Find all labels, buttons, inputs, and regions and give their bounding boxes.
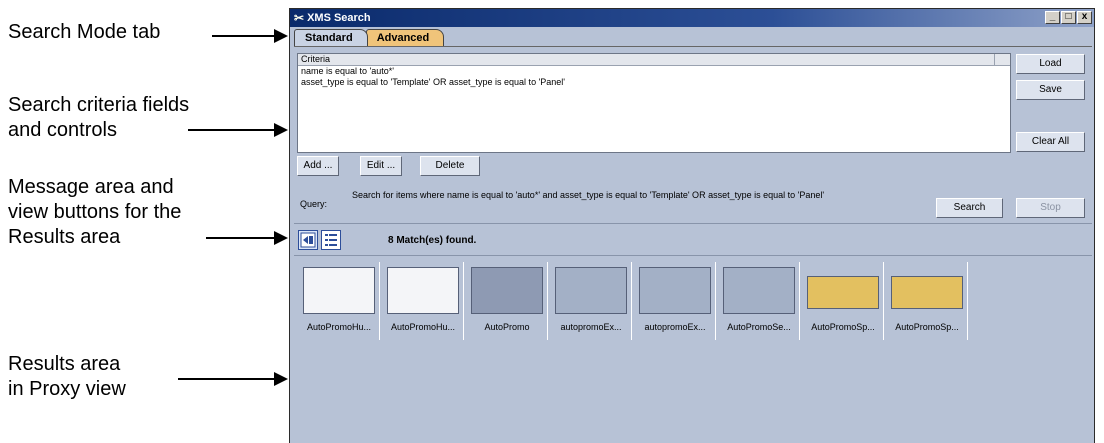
result-label: AutoPromoSp... [895,322,959,332]
criteria-header-label: Criteria [301,54,331,64]
result-thumbnail [555,267,627,314]
criteria-header-end [994,54,1010,65]
search-mode-tabs: Standard Advanced [294,29,445,46]
tab-standard[interactable]: Standard [294,29,368,46]
callout-text: and controls [8,119,117,141]
matches-message: 8 Match(es) found. [388,235,477,246]
arrow-search-mode [212,29,288,43]
clear-all-button[interactable]: Clear All [1016,132,1085,152]
results-area: AutoPromoHu... AutoPromoHu... AutoPromo … [294,257,1092,443]
proxy-view-icon [300,232,316,248]
result-thumbnail [471,267,543,314]
result-thumbnail [303,267,375,314]
query-label: Query: [300,199,328,209]
list-view-icon [325,234,337,246]
stop-button[interactable]: Stop [1016,198,1085,218]
search-panel: Criteria name is equal to 'auto*' asset_… [294,46,1092,229]
query-text: Search for items where name is equal to … [352,190,825,200]
callout-text: in Proxy view [8,378,126,400]
result-item[interactable]: autopromoEx... [634,262,716,340]
callout-search-mode-tab: Search Mode tab [8,20,160,45]
result-label: AutoPromoHu... [306,322,372,332]
title-bar: ✂ XMS Search _ □ x [290,9,1094,27]
message-area: 8 Match(es) found. [294,223,1092,256]
result-thumbnail [807,276,879,309]
list-view-button[interactable] [321,230,341,250]
result-item[interactable]: AutoPromoHu... [298,262,380,340]
callout-results-area: Results area in Proxy view [8,352,126,402]
arrow-search-criteria [188,123,288,137]
result-item[interactable]: AutoPromoSp... [802,262,884,340]
result-item[interactable]: AutoPromo [466,262,548,340]
result-thumbnail [639,267,711,314]
criteria-table: Criteria name is equal to 'auto*' asset_… [297,53,1011,153]
result-label: AutoPromoSp... [811,322,875,332]
edit-button[interactable]: Edit ... [360,156,402,176]
callout-text: Results area [8,226,121,248]
xms-search-window: ✂ XMS Search _ □ x Standard Advanced Cri… [289,8,1095,443]
result-thumbnail [723,267,795,314]
delete-button[interactable]: Delete [420,156,480,176]
result-label: AutoPromoSe... [727,322,791,332]
callout-text: Message area and [8,176,174,198]
result-item[interactable]: AutoPromoSe... [718,262,800,340]
criteria-row[interactable]: name is equal to 'auto*' [298,66,1010,77]
load-button[interactable]: Load [1016,54,1085,74]
callout-text: view buttons for the [8,201,182,223]
result-thumbnail [387,267,459,314]
callout-text: Search Mode tab [8,21,161,43]
arrow-results-area [178,372,288,386]
tab-advanced[interactable]: Advanced [365,29,445,46]
save-button[interactable]: Save [1016,80,1085,100]
callout-search-criteria: Search criteria fields and controls [8,93,189,143]
result-label: autopromoEx... [644,322,706,332]
callout-text: Results area [8,353,121,375]
window-title: XMS Search [307,12,371,24]
callout-message-area: Message area and view buttons for the Re… [8,175,181,250]
arrow-message-area [206,231,288,245]
callout-text: Search criteria fields [8,94,190,116]
result-label: AutoPromoHu... [390,322,456,332]
result-item[interactable]: AutoPromoSp... [886,262,968,340]
proxy-view-button[interactable] [298,230,318,250]
result-thumbnail [891,276,963,309]
search-button[interactable]: Search [936,198,1003,218]
maximize-button[interactable]: □ [1061,11,1076,24]
window-controls: _ □ x [1045,11,1092,24]
app-logo-icon: ✂ [294,11,305,25]
criteria-row[interactable]: asset_type is equal to 'Template' OR ass… [298,77,1010,88]
result-label: autopromoEx... [560,322,622,332]
result-item[interactable]: AutoPromoHu... [382,262,464,340]
criteria-header: Criteria [298,54,1010,66]
result-item[interactable]: autopromoEx... [550,262,632,340]
close-button[interactable]: x [1077,11,1092,24]
minimize-button[interactable]: _ [1045,11,1060,24]
result-label: AutoPromo [484,322,530,332]
add-button[interactable]: Add ... [297,156,339,176]
